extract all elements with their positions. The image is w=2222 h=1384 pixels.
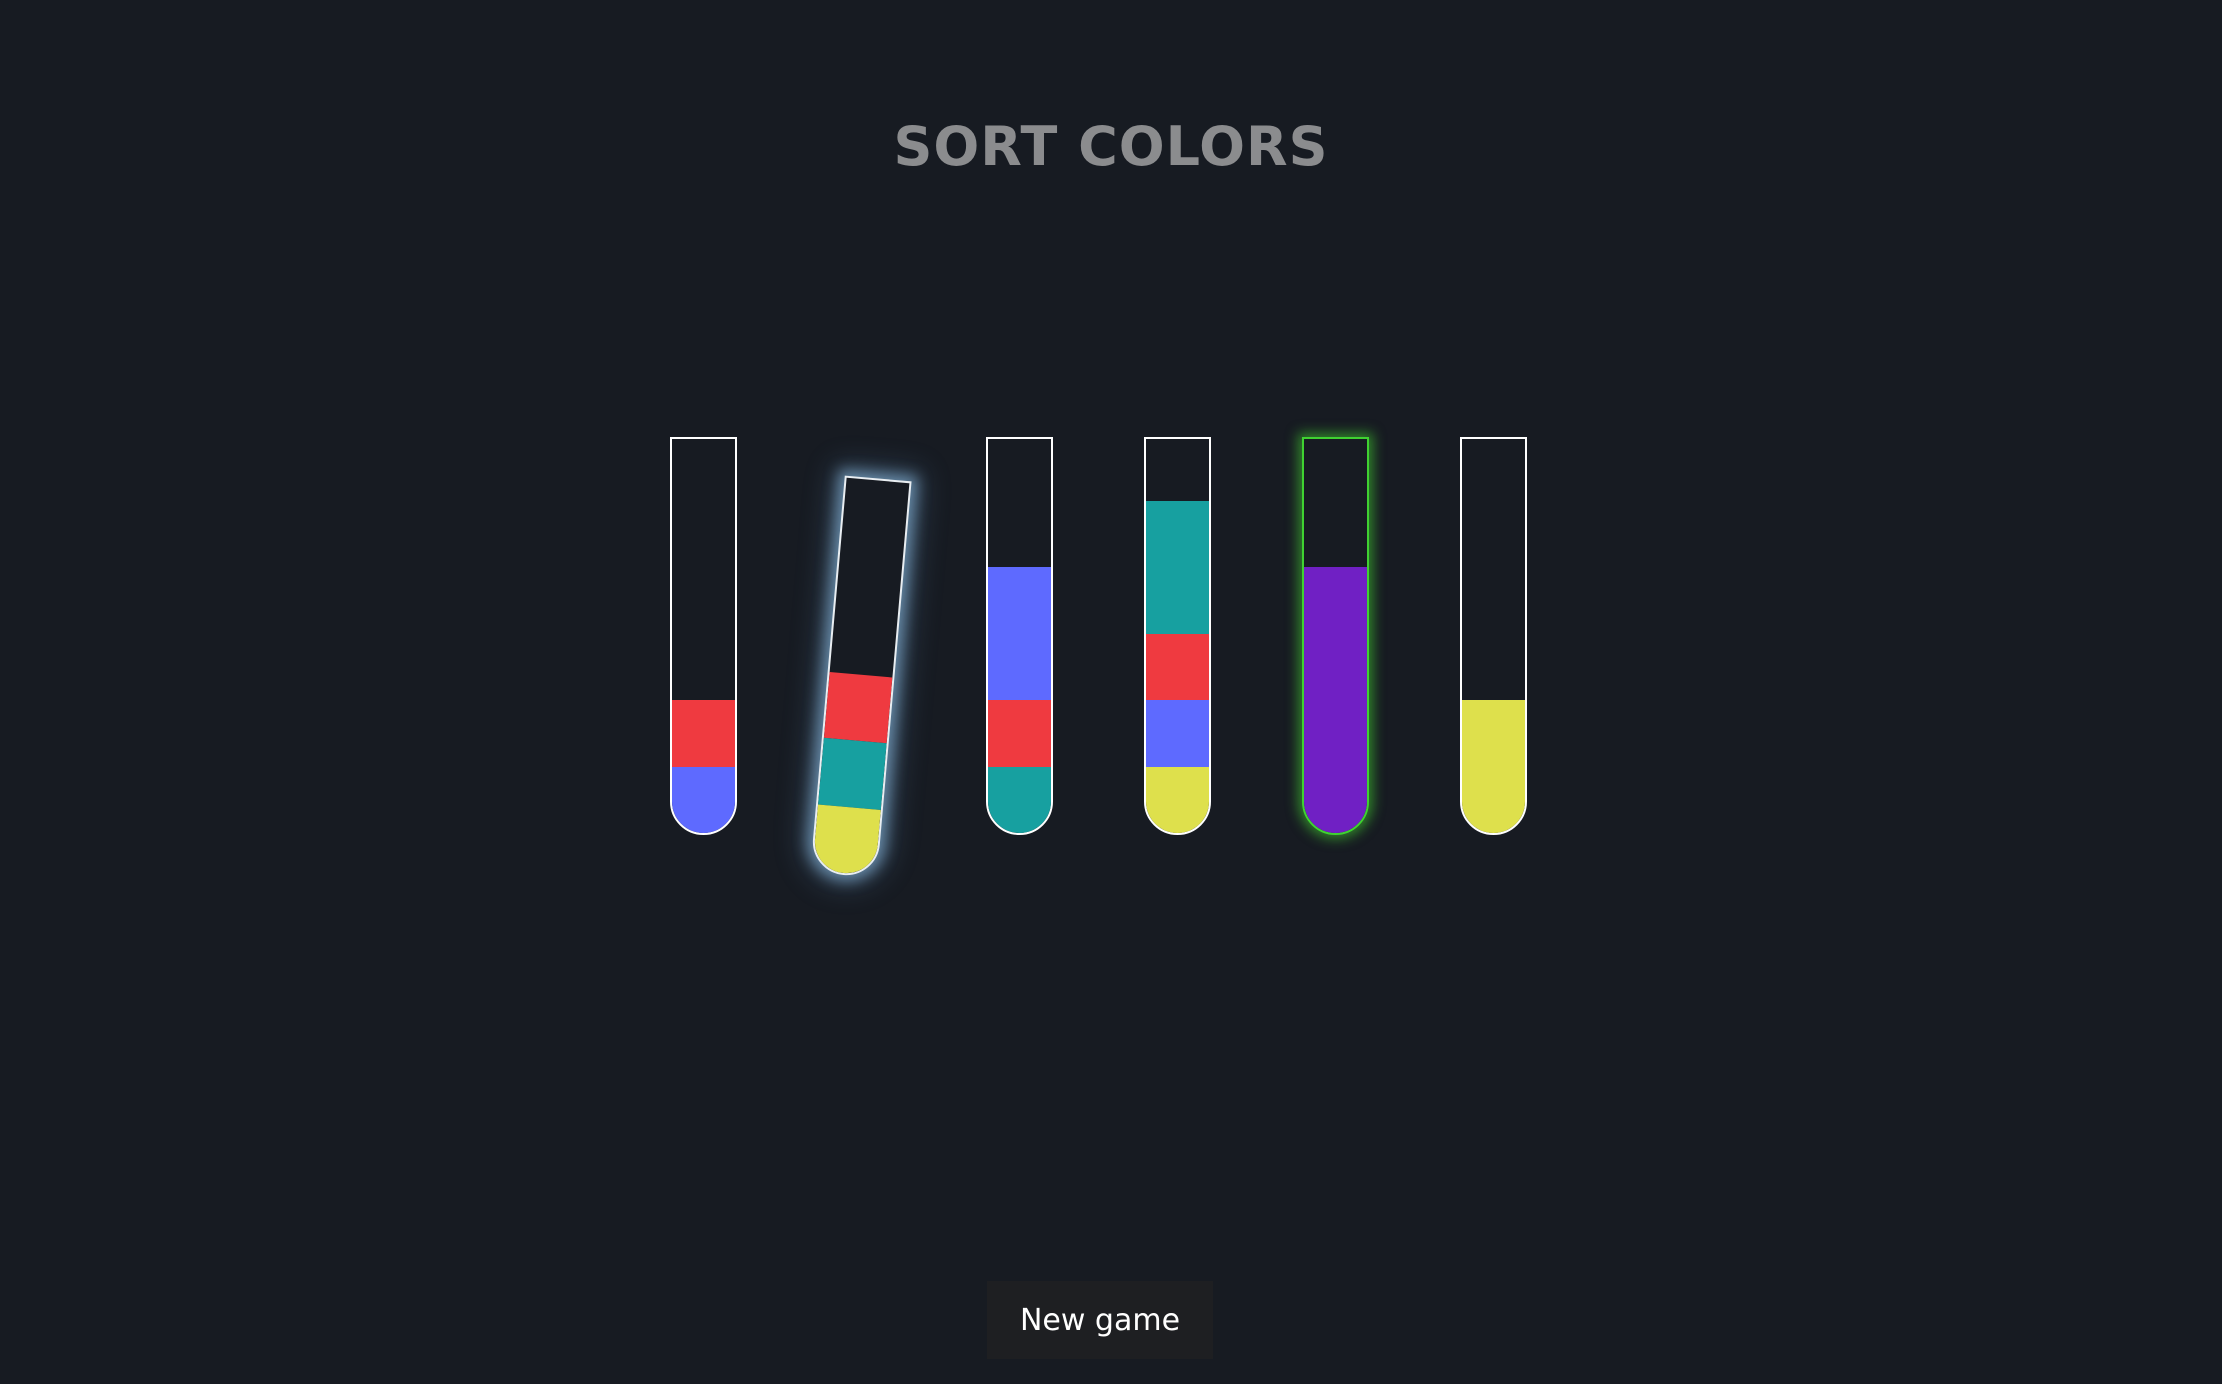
liquid-layer-yellow [1146, 766, 1209, 833]
liquid-layer-teal [1146, 500, 1209, 567]
liquid-layer-teal [1146, 567, 1209, 634]
liquid-layer-purple [1304, 700, 1367, 767]
new-game-button[interactable]: New game [987, 1281, 1213, 1359]
liquid-layer-teal [818, 737, 887, 810]
liquid-layer-blue [1146, 700, 1209, 767]
tube-6[interactable] [1460, 437, 1527, 835]
liquid-layer-yellow [1462, 766, 1525, 833]
liquid-layer-blue [988, 633, 1051, 700]
tube-1[interactable] [670, 437, 737, 835]
tube-4[interactable] [1144, 437, 1211, 835]
liquid-layer-purple [1304, 766, 1367, 833]
tube-3[interactable] [986, 437, 1053, 835]
liquid-layer-yellow [812, 804, 881, 876]
liquid-layer-red [988, 700, 1051, 767]
liquid-layer-blue [988, 567, 1051, 634]
liquid-layer-red [672, 700, 735, 767]
liquid-layer-red [823, 671, 893, 744]
liquid-layer-purple [1304, 633, 1367, 700]
liquid-layer-yellow [1462, 700, 1525, 767]
liquid-layer-purple [1304, 567, 1367, 634]
liquid-layer-teal [988, 766, 1051, 833]
liquid-layer-blue [672, 766, 735, 833]
tube-5[interactable] [1302, 437, 1369, 835]
liquid-layer-red [1146, 633, 1209, 700]
tube-2[interactable] [810, 475, 912, 878]
game-title: SORT COLORS [893, 115, 1329, 178]
